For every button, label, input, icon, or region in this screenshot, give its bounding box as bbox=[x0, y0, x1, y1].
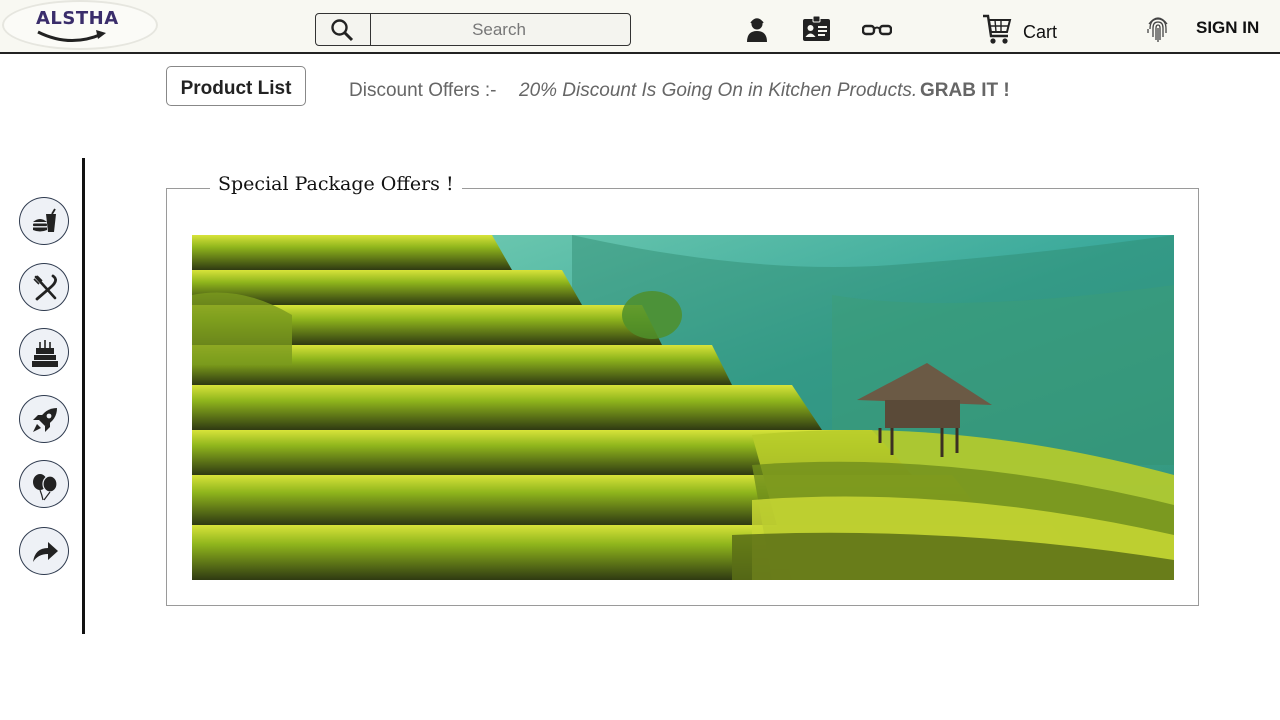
panel-title: Special Package Offers ! bbox=[210, 173, 462, 195]
discount-offer-text: 20% Discount Is Going On in Kitchen Prod… bbox=[519, 80, 918, 101]
sidebar-item-fast-delivery[interactable] bbox=[19, 395, 69, 443]
sign-in-link[interactable]: SIGN IN bbox=[1196, 18, 1259, 38]
cart-label[interactable]: Cart bbox=[1023, 22, 1057, 43]
sidebar-item-cakes[interactable] bbox=[19, 328, 69, 376]
fork-knife-icon bbox=[33, 274, 57, 301]
search-icon bbox=[331, 19, 354, 42]
sidebar-item-share[interactable] bbox=[19, 527, 69, 575]
sidebar-item-fast-food[interactable] bbox=[19, 197, 69, 245]
glasses-icon[interactable] bbox=[862, 22, 892, 38]
product-list-button[interactable]: Product List bbox=[166, 66, 306, 106]
search-input[interactable] bbox=[372, 14, 626, 45]
balloons-icon bbox=[33, 474, 58, 501]
sidebar-divider bbox=[82, 158, 85, 634]
rocket-icon bbox=[33, 408, 57, 432]
brand-logo[interactable]: ALSTHA bbox=[2, 0, 158, 50]
sidebar-item-restaurant[interactable] bbox=[19, 263, 69, 311]
birthday-cake-icon bbox=[32, 340, 58, 367]
shopping-cart-icon[interactable] bbox=[982, 14, 1012, 46]
id-card-icon[interactable] bbox=[802, 16, 831, 42]
rice-terrace-banner[interactable] bbox=[192, 235, 1174, 580]
fingerprint-icon[interactable] bbox=[1146, 13, 1170, 43]
fast-food-icon bbox=[33, 208, 56, 232]
logo-swoosh-icon bbox=[37, 30, 106, 43]
search-button[interactable] bbox=[316, 14, 371, 45]
search-bar bbox=[315, 13, 631, 46]
sidebar-item-party[interactable] bbox=[19, 460, 69, 508]
grab-it-link[interactable]: GRAB IT ! bbox=[920, 80, 1010, 102]
discount-offers-label: Discount Offers :- bbox=[349, 80, 497, 101]
share-arrow-icon bbox=[33, 542, 58, 562]
top-header: ALSTHA Search Cart SIGN IN bbox=[0, 0, 1280, 54]
support-agent-icon[interactable] bbox=[746, 16, 768, 42]
